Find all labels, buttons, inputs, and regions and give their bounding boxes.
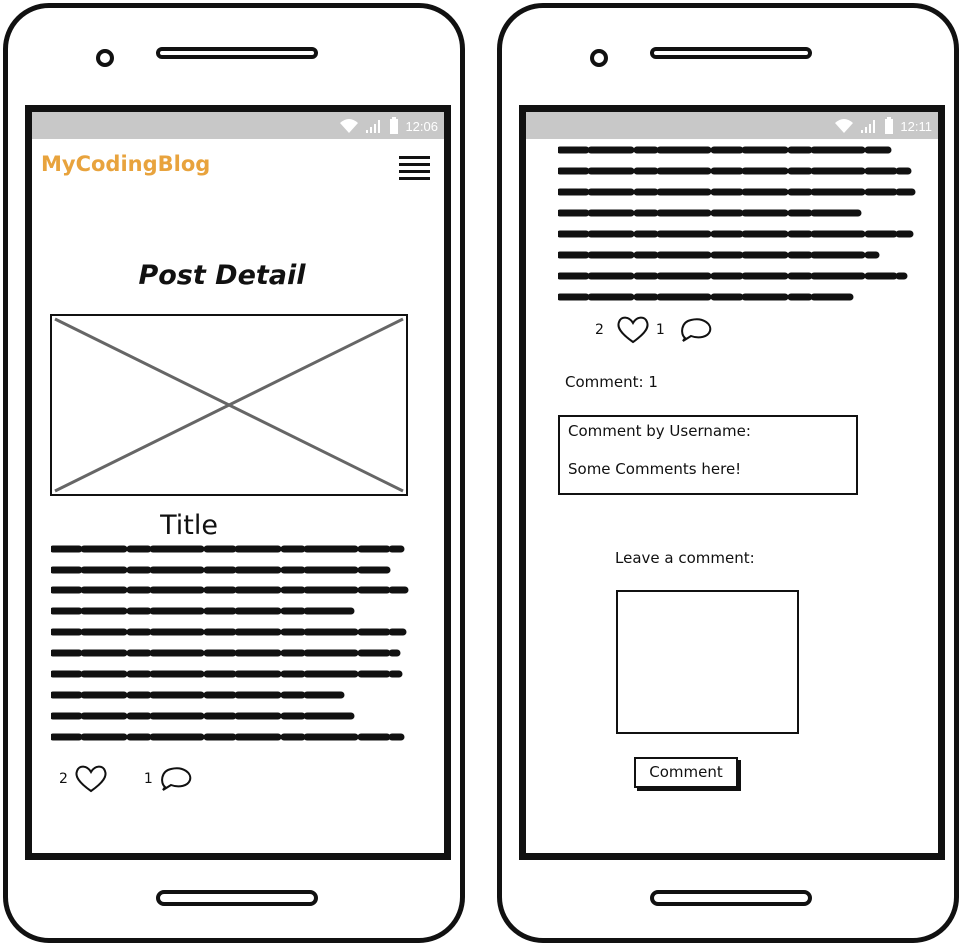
post-body-text-scribble (51, 545, 409, 741)
home-button[interactable] (650, 890, 812, 906)
comment-count-label: Comment: 1 (565, 373, 658, 391)
status-time: 12:11 (900, 118, 932, 134)
comment-bubble-icon[interactable] (679, 316, 713, 344)
speaker-slot (650, 47, 812, 59)
signal-icon (366, 120, 381, 133)
camera-icon (96, 49, 114, 67)
comment-text: Some Comments here! (568, 460, 742, 478)
camera-icon (590, 49, 608, 67)
leave-comment-label: Leave a comment: (615, 549, 755, 567)
battery-icon (390, 117, 399, 134)
post-title: Title (160, 510, 218, 541)
comment-count: 1 (143, 771, 153, 787)
right-reactions: 2 1 (595, 315, 713, 345)
post-body-text-scribble (558, 146, 916, 301)
comment-card: Comment by Username: Some Comments here! (558, 415, 858, 495)
menu-icon[interactable] (399, 156, 430, 180)
comment-bubble-icon[interactable] (159, 765, 193, 793)
left-reactions: 2 1 (59, 764, 193, 794)
speaker-slot (156, 47, 318, 59)
comment-author: Comment by Username: (568, 422, 751, 440)
brand-logo[interactable]: MyCodingBlog (41, 152, 210, 176)
status-bar: 12:06 (32, 112, 444, 139)
submit-comment-button[interactable]: Comment (634, 757, 738, 788)
status-time: 12:06 (405, 118, 438, 134)
screen-right: 12:11 2 1 Comment: 1 Comment by Username… (519, 105, 945, 860)
like-count: 2 (595, 322, 604, 338)
home-button[interactable] (156, 890, 318, 906)
heart-icon[interactable] (74, 764, 108, 794)
screen-left: 12:06 MyCodingBlog Post Detail Title 2 1 (25, 105, 451, 860)
battery-icon (885, 117, 894, 134)
status-bar: 12:11 (526, 112, 938, 139)
post-image-placeholder (50, 314, 408, 496)
like-count: 2 (59, 771, 68, 787)
heart-icon[interactable] (616, 315, 650, 345)
signal-icon (861, 120, 876, 133)
phone-frame-left: 12:06 MyCodingBlog Post Detail Title 2 1 (3, 3, 465, 943)
wifi-icon (340, 119, 359, 133)
wifi-icon (835, 119, 854, 133)
comment-input[interactable] (616, 590, 799, 734)
phone-frame-right: 12:11 2 1 Comment: 1 Comment by Username… (497, 3, 959, 943)
comment-count: 1 (655, 322, 665, 338)
page-title: Post Detail (138, 260, 306, 291)
